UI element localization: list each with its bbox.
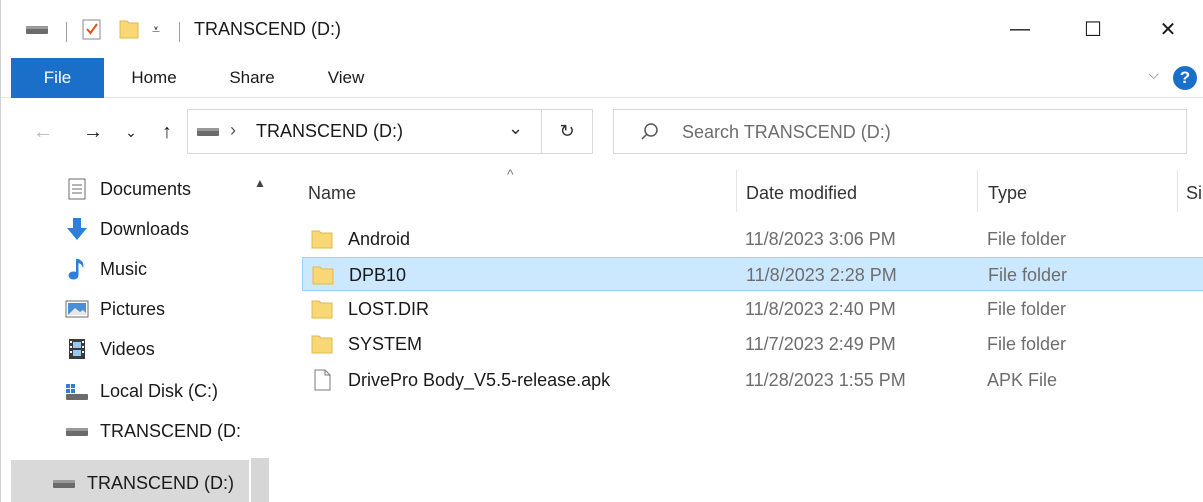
sidebar-item-local-disk[interactable]: Local Disk (C:): [1, 372, 249, 410]
navigation-scrollbar[interactable]: ▲: [249, 166, 271, 502]
file-name: DPB10: [349, 264, 407, 285]
file-type: APK File: [987, 369, 1058, 390]
file-date: 11/8/2023 2:40 PM: [745, 298, 896, 319]
file-name: LOST.DIR: [348, 298, 430, 319]
table-row[interactable]: DPB10 11/8/2023 2:28 PM File folder: [302, 257, 1203, 291]
videos-icon: [64, 336, 90, 362]
sidebar-item-transcend[interactable]: TRANSCEND (D:: [1, 412, 249, 450]
title-bar: ⩡ TRANSCEND (D:) — ☐ ✕: [1, 0, 1203, 58]
tab-file[interactable]: File: [11, 58, 104, 98]
table-row[interactable]: Android 11/8/2023 3:06 PM File folder: [302, 222, 1203, 256]
quick-access-dropdown-icon[interactable]: ⩡: [152, 0, 160, 58]
forward-button[interactable]: →: [79, 118, 107, 146]
sidebar-item-label: Downloads: [100, 218, 190, 239]
tab-view[interactable]: View: [306, 58, 386, 98]
music-icon: [64, 256, 90, 282]
file-list: ^ Name Date modified Type Si Android 11/…: [274, 166, 1203, 502]
navigation-bar: ← → ⌄ ↑ › TRANSCEND (D:) ⌄ ↻ Search TRAN…: [1, 98, 1203, 166]
breadcrumb[interactable]: TRANSCEND (D:): [256, 121, 403, 142]
file-date: 11/7/2023 2:49 PM: [745, 333, 896, 354]
address-dropdown-icon[interactable]: ⌄: [508, 118, 523, 139]
up-button[interactable]: ↑: [153, 118, 181, 146]
breadcrumb-separator: ›: [230, 120, 236, 140]
file-date: 11/28/2023 1:55 PM: [745, 369, 906, 390]
navigation-pane: Documents Downloads Music Pictures Video…: [1, 166, 274, 502]
sidebar-item-videos[interactable]: Videos: [1, 330, 249, 368]
ribbon-tabs: File Home Share View ⌵ ?: [1, 58, 1203, 98]
sidebar-item-downloads[interactable]: Downloads: [1, 210, 249, 248]
table-row[interactable]: SYSTEM 11/7/2023 2:49 PM File folder: [302, 327, 1203, 361]
window-title: TRANSCEND (D:): [194, 18, 341, 39]
file-type: File folder: [987, 228, 1067, 249]
sidebar-item-pictures[interactable]: Pictures: [1, 290, 249, 328]
file-type: File folder: [987, 333, 1067, 354]
close-button[interactable]: ✕: [1132, 0, 1203, 58]
table-row[interactable]: DrivePro Body_V5.5-release.apk 11/28/202…: [302, 363, 1203, 397]
sidebar-item-label: Local Disk (C:): [100, 380, 219, 401]
back-button[interactable]: ←: [29, 118, 57, 146]
file-name: DrivePro Body_V5.5-release.apk: [348, 369, 611, 390]
sidebar-item-label: Pictures: [100, 298, 166, 319]
refresh-button[interactable]: ↻: [541, 109, 593, 154]
tab-home[interactable]: Home: [114, 58, 194, 98]
sidebar-item-documents[interactable]: Documents: [1, 170, 249, 208]
minimize-button[interactable]: —: [984, 0, 1056, 58]
address-bar[interactable]: › TRANSCEND (D:) ⌄: [187, 109, 542, 154]
scroll-up-icon[interactable]: ▲: [249, 172, 271, 194]
sidebar-item-transcend-root[interactable]: TRANSCEND (D:): [1, 464, 249, 502]
column-header-name[interactable]: Name: [308, 170, 356, 216]
column-header-date-modified[interactable]: Date modified: [746, 170, 857, 216]
pictures-icon: [64, 296, 90, 322]
search-icon: [640, 122, 660, 147]
column-header-type[interactable]: Type: [988, 170, 1027, 216]
sidebar-item-label: Documents: [100, 178, 192, 199]
local-disk-icon: [64, 378, 90, 404]
sidebar-item-label: TRANSCEND (D:: [100, 420, 242, 441]
table-row[interactable]: LOST.DIR 11/8/2023 2:40 PM File folder: [302, 292, 1203, 326]
expand-ribbon-icon[interactable]: ⌵: [1148, 66, 1159, 83]
column-header-size[interactable]: Si: [1186, 170, 1202, 216]
sidebar-item-music[interactable]: Music: [1, 250, 249, 288]
search-placeholder: Search TRANSCEND (D:): [682, 122, 891, 142]
sort-ascending-icon: ^: [507, 166, 514, 182]
tab-share[interactable]: Share: [212, 58, 292, 98]
scrollbar-thumb[interactable]: [251, 458, 269, 502]
file-type: File folder: [987, 298, 1067, 319]
search-input[interactable]: Search TRANSCEND (D:): [613, 109, 1187, 154]
help-icon[interactable]: ?: [1173, 66, 1197, 90]
drive-icon: [25, 0, 49, 58]
new-folder-icon[interactable]: [117, 0, 141, 58]
downloads-icon: [64, 216, 90, 242]
properties-icon[interactable]: [81, 0, 103, 58]
file-type: File folder: [988, 264, 1068, 285]
sidebar-item-label: TRANSCEND (D:): [87, 472, 234, 493]
documents-icon: [64, 176, 90, 202]
drive-icon: [51, 470, 77, 496]
maximize-button[interactable]: ☐: [1057, 0, 1129, 58]
file-date: 11/8/2023 3:06 PM: [745, 228, 896, 249]
file-name: Android: [348, 228, 411, 249]
drive-icon: [64, 418, 90, 444]
file-explorer-window: ⩡ TRANSCEND (D:) — ☐ ✕ File Home Share V…: [0, 0, 1203, 502]
file-date: 11/8/2023 2:28 PM: [746, 264, 897, 285]
sidebar-item-label: Music: [100, 258, 148, 279]
recent-locations-button[interactable]: ⌄: [121, 118, 141, 146]
drive-icon: [196, 122, 220, 143]
sidebar-item-label: Videos: [100, 338, 155, 359]
file-name: SYSTEM: [348, 333, 423, 354]
